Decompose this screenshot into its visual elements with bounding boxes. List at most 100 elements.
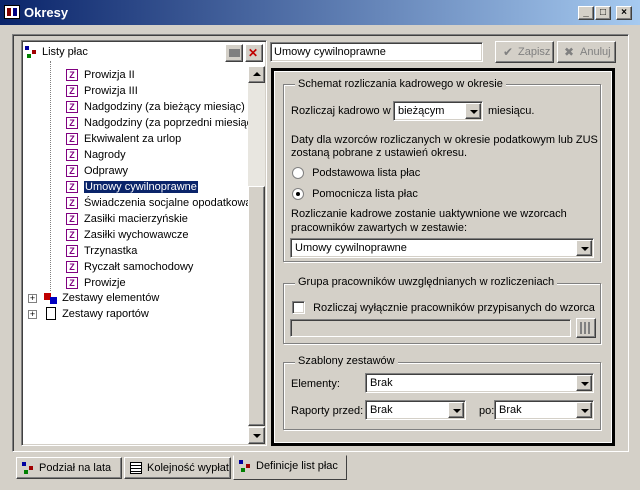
- folder-button[interactable]: [225, 44, 243, 62]
- month-select[interactable]: bieżącym: [393, 101, 483, 121]
- tree-group-label: Zestawy raportów: [62, 308, 149, 320]
- tree-network-icon: [21, 461, 35, 475]
- elements-select-value: Brak: [370, 377, 393, 389]
- group-picker-button[interactable]: [576, 318, 596, 338]
- tree-item[interactable]: Z Nadgodziny (za bieżący miesiąc): [66, 99, 245, 115]
- tree-item-label: Ryczałt samochodowy: [84, 261, 194, 273]
- reports-after-select[interactable]: Brak: [494, 400, 594, 420]
- tree-root[interactable]: Listy płac: [24, 44, 88, 60]
- month-dropdown-button[interactable]: [465, 103, 481, 119]
- expand-icon[interactable]: +: [28, 309, 37, 319]
- reports-after-value: Brak: [499, 404, 522, 416]
- tree-item-label: Zasiłki macierzyńskie: [84, 213, 188, 225]
- tree-item[interactable]: Z Ekwiwalent za urlop: [66, 131, 181, 147]
- folder-icon: [229, 49, 240, 57]
- reports-after-dropdown-button[interactable]: [576, 402, 592, 418]
- elements-dropdown-button[interactable]: [576, 375, 592, 391]
- x-icon: ✖: [564, 45, 575, 59]
- tree-item-label: Świadczenia socjalne opodatkowa: [84, 197, 252, 209]
- save-button[interactable]: ✔ Zapisz: [495, 41, 554, 63]
- tab-label: Podział na lata: [39, 462, 112, 474]
- radio-aux-label: Pomocnicza lista płac: [312, 188, 418, 201]
- tree-network-icon: [24, 45, 38, 59]
- payroll-list-icon: Z: [66, 117, 78, 130]
- tree-item[interactable]: Z Świadczenia socjalne opodatkowa: [66, 195, 252, 211]
- payroll-list-icon: Z: [66, 181, 78, 194]
- reports-before-select[interactable]: Brak: [365, 400, 466, 420]
- scroll-down-button[interactable]: [248, 427, 265, 444]
- chevron-down-icon: [581, 247, 589, 251]
- info-text-line1: Daty dla wzorców rozliczanych w okresie …: [291, 134, 598, 146]
- tree-item[interactable]: Z Odprawy: [66, 163, 128, 179]
- payroll-list-icon: Z: [66, 85, 78, 98]
- tree-item-label: Umowy cywilnoprawne: [83, 180, 199, 194]
- zestaw-select-value: Umowy cywilnoprawne: [295, 242, 407, 254]
- tree-item[interactable]: Z Nagrody: [66, 147, 126, 163]
- tree-group-elements[interactable]: + Zestawy elementów: [28, 290, 159, 306]
- tab-label: Definicje list płac: [256, 460, 338, 472]
- templates-legend: Szablony zestawów: [295, 355, 398, 367]
- expand-icon[interactable]: +: [28, 293, 37, 303]
- zestaw-dropdown-button[interactable]: [576, 240, 592, 256]
- tree-item[interactable]: Z Zasiłki wychowawcze: [66, 227, 189, 243]
- elements-select[interactable]: Brak: [365, 373, 594, 393]
- tree-item-label: Trzynastka: [84, 245, 138, 257]
- month-select-value: bieżącym: [398, 105, 445, 117]
- tree-group-reports[interactable]: + Zestawy raportów: [28, 306, 149, 322]
- scroll-thumb[interactable]: [248, 186, 265, 426]
- radio-aux-button[interactable]: [292, 188, 304, 201]
- title-bar: Okresy _ □ ×: [0, 0, 640, 25]
- minimize-button[interactable]: _: [578, 6, 594, 20]
- group-input: [290, 319, 571, 337]
- tree-group-label: Zestawy elementów: [62, 292, 160, 304]
- tree-item[interactable]: Z Nadgodziny (za poprzedni miesiąc): [66, 115, 256, 131]
- po-label: po:: [479, 405, 495, 417]
- checkbox-box[interactable]: [292, 301, 305, 314]
- info-text-line2: zostaną pobrane z ustawień okresu.: [291, 147, 468, 159]
- payroll-list-icon: Z: [66, 165, 78, 178]
- radio-basic[interactable]: Podstawowa lista płac: [292, 167, 421, 180]
- tree-item[interactable]: Z Prowizja II: [66, 67, 135, 83]
- tree-item-label: Ekwiwalent za urlop: [84, 133, 182, 145]
- tree-item[interactable]: Z Zasiłki macierzyńskie: [66, 211, 188, 227]
- chevron-down-icon: [453, 409, 461, 413]
- name-input[interactable]: Umowy cywilnoprawne: [270, 42, 483, 62]
- zestaw-select[interactable]: Umowy cywilnoprawne: [290, 238, 594, 258]
- cancel-button[interactable]: ✖ Anuluj: [557, 41, 616, 63]
- payroll-list-icon: Z: [66, 149, 78, 162]
- tab-podzial-na-lata[interactable]: Podział na lata: [16, 457, 122, 479]
- payroll-list-icon: Z: [66, 69, 78, 82]
- reports-before-dropdown-button[interactable]: [448, 402, 464, 418]
- cancel-label: Anuluj: [580, 46, 611, 58]
- checkbox-label: Rozliczaj wyłącznie pracowników przypisa…: [313, 301, 595, 314]
- tree-item[interactable]: Z Prowizje: [66, 275, 126, 291]
- window-title: Okresy: [24, 5, 69, 20]
- report-set-icon: [44, 307, 58, 321]
- app-icon: [4, 5, 20, 19]
- tree-scrollbar[interactable]: [248, 66, 265, 444]
- tree-item-label: Prowizje: [84, 277, 126, 289]
- name-input-value: Umowy cywilnoprawne: [274, 46, 386, 58]
- payroll-list-icon: Z: [66, 213, 78, 226]
- payroll-list-icon: Z: [66, 261, 78, 274]
- radio-basic-button[interactable]: [292, 167, 304, 180]
- tree-panel[interactable]: Listy płac ✕ Z Prowizja II Z Prowizja III Z N…: [21, 40, 267, 446]
- delete-button[interactable]: ✕: [245, 44, 263, 62]
- reports-before-value: Brak: [370, 404, 393, 416]
- radio-basic-label: Podstawowa lista płac: [312, 167, 421, 180]
- tab-definicje-list-plac[interactable]: Definicje list płac: [233, 455, 347, 480]
- tab-kolejnosc-wyplat[interactable]: Kolejność wypłat: [124, 457, 231, 479]
- elements-set-icon: [44, 291, 58, 305]
- scroll-up-button[interactable]: [248, 66, 265, 83]
- payroll-list-icon: Z: [66, 277, 78, 290]
- tree-item[interactable]: Z Ryczałt samochodowy: [66, 259, 193, 275]
- tab-label: Kolejność wypłat: [147, 462, 229, 474]
- tree-item[interactable]: Z Trzynastka: [66, 243, 137, 259]
- tree-item[interactable]: Z Umowy cywilnoprawne: [66, 179, 199, 195]
- tree-item[interactable]: Z Prowizja III: [66, 83, 138, 99]
- assigned-only-checkbox[interactable]: Rozliczaj wyłącznie pracowników przypisa…: [292, 301, 595, 314]
- close-button[interactable]: ×: [616, 6, 632, 20]
- radio-aux[interactable]: Pomocnicza lista płac: [292, 188, 418, 201]
- miesiac-label: miesiącu.: [488, 105, 535, 117]
- maximize-button[interactable]: □: [595, 6, 611, 20]
